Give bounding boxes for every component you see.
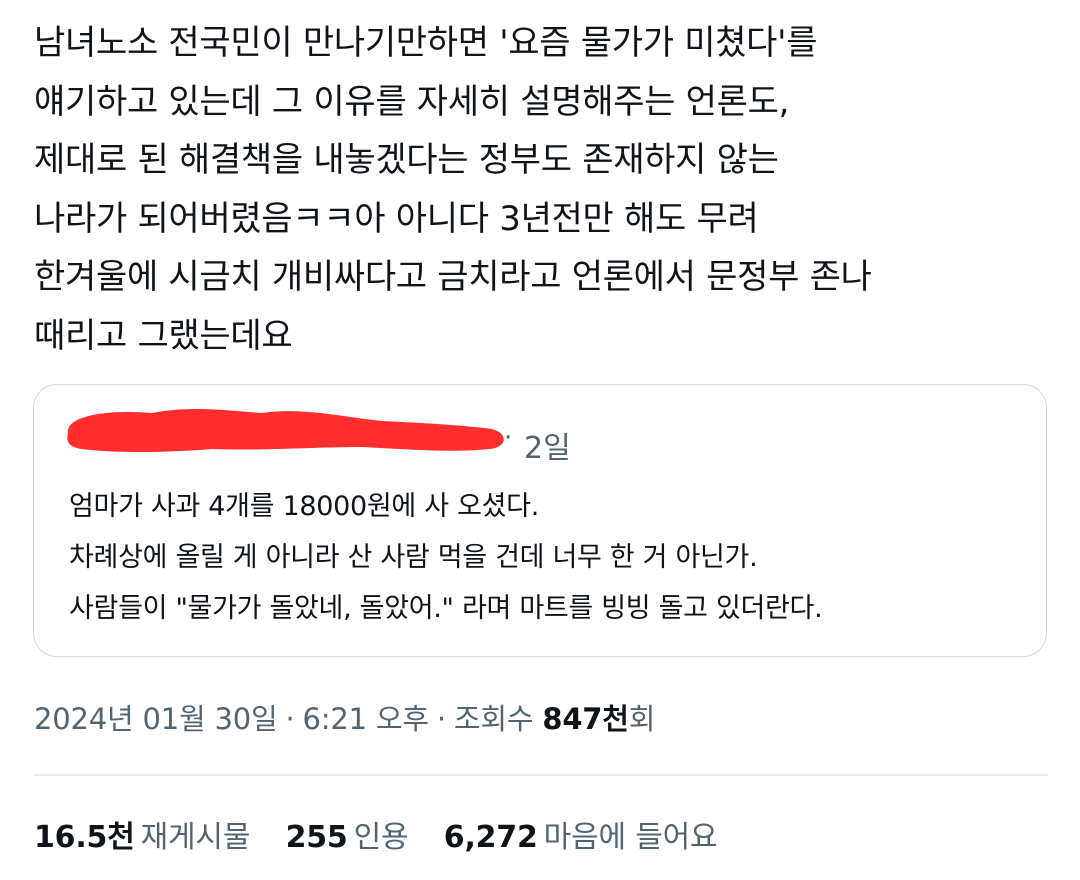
quotes-count: 255 <box>285 820 348 855</box>
quotes-stat[interactable]: 255 인용 <box>286 812 409 856</box>
redaction-scribble <box>67 408 504 452</box>
reposts-label: 재게시물 <box>140 820 251 855</box>
tweet-text-line: 나라가 되어버렸음ㅋㅋ아 아니다 3년전만 해도 무려 <box>34 198 759 239</box>
quoted-tweet-time[interactable]: 2일 <box>524 423 571 467</box>
tweet-text-line: 한겨울에 시금치 개비싸다고 금치라고 언론에서 문정부 존나 <box>34 257 872 297</box>
tweet-text-line: 남녀노소 전국민이 만나기만하면 '요즘 물가가 미쳤다'를 <box>34 23 818 63</box>
engagement-stats: 16.5천 재게시물 255 인용 6,272 마음에 들어요 <box>34 812 743 856</box>
redacted-author-mark <box>67 408 504 452</box>
tweet-text-line: 때리고 그랬는데요 <box>34 315 293 356</box>
views-suffix: 회 <box>628 702 656 736</box>
views-count: 847천 <box>542 702 629 736</box>
quotes-label: 인용 <box>353 820 409 855</box>
tweet-time[interactable]: 6:21 오후 <box>303 702 430 736</box>
tweet-date[interactable]: 2024년 01월 30일 <box>34 702 278 736</box>
divider <box>34 774 1048 776</box>
views-label: 조회수 <box>453 702 534 736</box>
quote-separator: · <box>504 423 513 453</box>
tweet-text-line: 제대로 된 해결책을 내놓겠다는 정부도 존재하지 않는 <box>34 140 779 180</box>
quoted-tweet-line: 사람들이 "물가가 돌았네, 돌았어." 라며 마트를 빙빙 돌고 있더란다. <box>69 593 823 624</box>
quoted-tweet-line: 차례상에 올릴 게 아니라 산 사람 먹을 건데 너무 한 거 아닌가. <box>69 542 758 573</box>
tweet-text-line: 얘기하고 있는데 그 이유를 자세히 설명해주는 언론도, <box>34 81 790 122</box>
quoted-tweet-card[interactable]: · 2일 엄마가 사과 4개를 18000원에 사 오셨다. 차례상에 올릴 게… <box>33 384 1047 657</box>
likes-stat[interactable]: 6,272 마음에 들어요 <box>444 812 718 856</box>
reposts-stat[interactable]: 16.5천 재게시물 <box>34 812 250 856</box>
quoted-tweet-header: · 2일 <box>62 403 762 466</box>
quoted-tweet-text: 엄마가 사과 4개를 18000원에 사 오셨다. 차례상에 올릴 게 아니라 … <box>69 481 1029 634</box>
likes-count: 6,272 <box>443 820 538 855</box>
reposts-count: 16.5천 <box>34 820 135 855</box>
tweet-metadata: 2024년 01월 30일 · 6:21 오후 · 조회수 847천회 <box>34 696 655 738</box>
likes-label: 마음에 들어요 <box>543 820 718 855</box>
meta-separator: · <box>285 702 295 736</box>
meta-separator: · <box>436 702 446 736</box>
tweet-text: 남녀노소 전국민이 만나기만하면 '요즘 물가가 미쳤다'를 얘기하고 있는데 … <box>34 14 1054 365</box>
quoted-tweet-line: 엄마가 사과 4개를 18000원에 사 오셨다. <box>69 491 539 522</box>
